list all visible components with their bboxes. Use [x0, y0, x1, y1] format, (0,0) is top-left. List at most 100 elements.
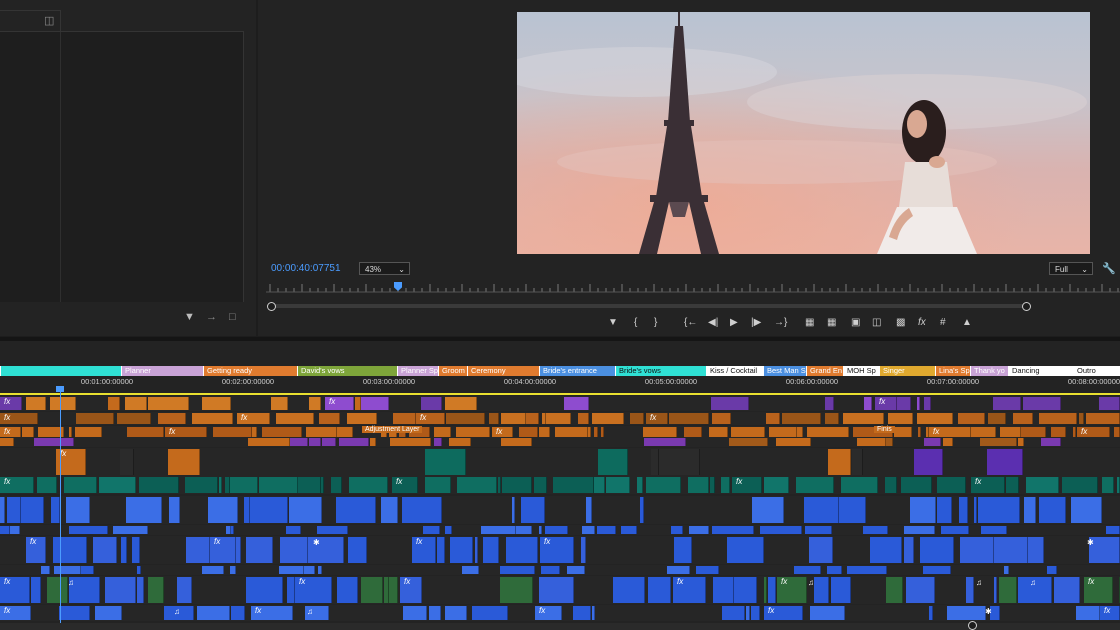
timeline-clip[interactable] — [729, 438, 768, 446]
timeline-clip[interactable] — [644, 438, 686, 446]
timeline-clip[interactable] — [870, 537, 902, 563]
timeline-clip[interactable] — [337, 577, 358, 603]
timeline-clip[interactable] — [734, 577, 757, 603]
timeline-clip[interactable] — [1039, 413, 1077, 424]
timeline-clip[interactable] — [457, 477, 497, 493]
timeline-clip[interactable]: fx — [251, 606, 293, 620]
timeline-clip[interactable] — [539, 427, 550, 437]
automate-to-sequence-icon[interactable]: → — [206, 310, 217, 324]
timeline-clip[interactable] — [904, 537, 914, 563]
timeline-clip[interactable] — [712, 526, 754, 534]
timeline-clip[interactable] — [75, 427, 102, 437]
timeline-clip[interactable] — [592, 606, 595, 620]
timeline-clip[interactable] — [434, 438, 442, 446]
timeline-clip[interactable] — [752, 497, 784, 523]
timeline-clip[interactable] — [121, 537, 127, 563]
timeline-clip[interactable] — [304, 566, 315, 574]
timeline-clip[interactable]: fx — [971, 477, 1005, 493]
timeline-clip[interactable] — [709, 427, 728, 437]
timeline-clip[interactable] — [764, 477, 789, 493]
timeline-clip[interactable] — [601, 427, 604, 437]
timeline-clip[interactable]: fx — [0, 606, 31, 620]
marker-12[interactable]: Grand En — [806, 366, 843, 376]
timeline-clip[interactable] — [994, 577, 997, 603]
timeline-clip[interactable]: fx — [875, 397, 897, 410]
timeline-clip[interactable] — [213, 427, 252, 437]
timeline-clip[interactable] — [1026, 477, 1059, 493]
timeline-clip[interactable] — [994, 537, 1028, 563]
timeline-clip[interactable] — [248, 438, 290, 446]
timeline-clip[interactable] — [361, 397, 389, 410]
go-to-in-icon[interactable]: {← — [684, 316, 697, 330]
timeline-clip[interactable] — [177, 577, 192, 603]
timeline-clip[interactable] — [483, 537, 499, 563]
timeline-clip[interactable] — [924, 397, 931, 410]
timeline-clip[interactable] — [613, 577, 645, 603]
timeline-clip[interactable] — [581, 537, 586, 563]
timeline-clip[interactable] — [766, 413, 780, 424]
timeline-clip[interactable] — [1086, 413, 1120, 424]
timeline-clip[interactable] — [93, 537, 117, 563]
timeline-clip[interactable] — [1079, 413, 1084, 424]
playback-resolution-dropdown[interactable]: Full ⌄ — [1049, 262, 1093, 275]
timeline-clip[interactable] — [361, 577, 383, 603]
timeline-clip[interactable] — [847, 566, 887, 574]
timeline-clip[interactable]: fx — [732, 477, 762, 493]
timeline-clip[interactable] — [555, 427, 588, 437]
timeline-clip[interactable] — [125, 397, 147, 410]
timeline-clip[interactable] — [1076, 606, 1100, 620]
timeline-clip[interactable]: fx — [764, 606, 803, 620]
timeline-clip[interactable] — [99, 477, 136, 493]
timeline-clip[interactable] — [1028, 537, 1044, 563]
timeline-clip[interactable] — [923, 566, 951, 574]
timeline-clip[interactable] — [1071, 497, 1102, 523]
timeline-clip[interactable] — [321, 477, 324, 493]
timeline-clip[interactable] — [592, 413, 624, 424]
timeline-clip[interactable]: fx — [0, 477, 34, 493]
timeline-clip[interactable] — [34, 438, 74, 446]
timeline-clip[interactable] — [564, 397, 589, 410]
timeline-clip[interactable]: fx — [929, 427, 971, 437]
timeline-clip[interactable] — [1013, 413, 1033, 424]
timeline-clip[interactable] — [825, 397, 834, 410]
timeline-clip[interactable] — [445, 526, 452, 534]
timeline-clip[interactable] — [262, 427, 302, 437]
timeline-clip[interactable] — [230, 477, 258, 493]
timeline-clip[interactable] — [250, 497, 288, 523]
timeline-clip[interactable] — [0, 497, 5, 523]
timeline-clip[interactable] — [910, 497, 936, 523]
timeline-clip[interactable] — [519, 427, 538, 437]
timeline-clip[interactable] — [298, 477, 321, 493]
timeline-clip[interactable] — [512, 497, 515, 523]
timeline-track-9[interactable]: fx fx fx fx — [0, 536, 1120, 564]
timeline-clip[interactable] — [148, 397, 189, 410]
timeline-clip[interactable] — [886, 577, 903, 603]
timeline-clip[interactable] — [901, 477, 932, 493]
timeline-clip[interactable] — [621, 526, 637, 534]
timeline-clip[interactable] — [434, 427, 451, 437]
timeline-clip[interactable] — [347, 413, 377, 424]
timeline-clip[interactable] — [37, 477, 57, 493]
timeline-clip[interactable] — [545, 526, 568, 534]
timeline-clip[interactable] — [988, 413, 1006, 424]
timeline-clip[interactable] — [606, 477, 630, 493]
marker-13[interactable]: MOH Sp — [843, 366, 879, 376]
timeline-clip[interactable] — [105, 577, 136, 603]
timeline-clip[interactable] — [760, 526, 802, 534]
timeline-clip[interactable] — [22, 427, 34, 437]
timeline-clip[interactable] — [69, 526, 108, 534]
timeline-clip[interactable]: fx — [673, 577, 706, 603]
timeline-clip[interactable] — [137, 566, 141, 574]
timeline-clip[interactable]: fx — [325, 397, 354, 410]
timeline-clip[interactable] — [498, 477, 501, 493]
timeline-clip[interactable] — [924, 438, 941, 446]
timeline-clip[interactable] — [978, 497, 1020, 523]
timeline-clip[interactable] — [132, 537, 140, 563]
timeline-clip[interactable] — [349, 477, 388, 493]
proxy-toggle-icon[interactable]: ▩ — [896, 316, 905, 330]
timeline-clip[interactable] — [148, 577, 164, 603]
marker-16[interactable]: Thank yo — [970, 366, 1008, 376]
timeline-clip[interactable] — [319, 413, 340, 424]
timeline-clip[interactable] — [920, 537, 954, 563]
timeline-clip[interactable] — [643, 427, 677, 437]
